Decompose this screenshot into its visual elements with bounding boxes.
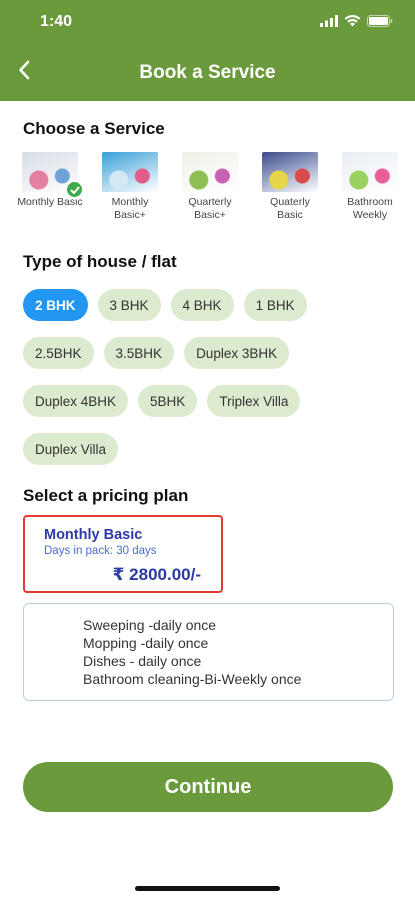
status-time: 1:40 [40, 13, 73, 30]
service-list: Monthly Basic Monthly Basic+ Quarterly Bas… [14, 152, 406, 221]
service-option[interactable]: Monthly Basic [14, 152, 86, 221]
feature-item: Mopping -daily once [83, 635, 209, 651]
house-type-chip[interactable]: 3 BHK [97, 289, 161, 321]
house-type-chip[interactable]: 2.5BHK [23, 337, 94, 369]
service-image [22, 152, 84, 199]
chip-row: Duplex 4BHK 5BHK Triplex Villa [23, 385, 395, 417]
feature-item: Sweeping -daily once [83, 617, 217, 633]
service-option[interactable]: Bathroom Weekly [334, 152, 406, 221]
service-image [262, 152, 318, 192]
house-type-chip[interactable]: 3.5BHK [103, 337, 175, 369]
service-label: Bathroom Weekly [347, 196, 393, 221]
page-title: Book a Service [139, 62, 276, 83]
pricing-plan-heading: Select a pricing plan [23, 486, 189, 505]
choose-service-heading: Choose a Service [23, 119, 165, 138]
house-type-chip[interactable]: Duplex Villa [23, 433, 119, 465]
service-image [182, 152, 238, 192]
service-label: Monthly Basic+ [111, 196, 149, 221]
service-image [102, 152, 158, 192]
service-option[interactable]: Quarterly Basic+ [174, 152, 246, 221]
status-bar: 1:40 [0, 0, 415, 44]
house-type-chip[interactable]: Triplex Villa [207, 385, 301, 417]
house-type-chip[interactable]: Duplex 3BHK [184, 337, 290, 369]
feature-item: Bathroom cleaning-Bi-Weekly once [83, 671, 302, 687]
service-label: Quarterly Basic+ [188, 196, 232, 221]
pricing-plan-card[interactable]: Monthly Basic Days in pack: 30 days ₹ 28… [23, 515, 223, 593]
house-type-chip[interactable]: 1 BHK [243, 289, 307, 321]
house-type-chips: 2 BHK 3 BHK 4 BHK 1 BHK 2.5BHK 3.5BHK Duplex 3… [23, 289, 395, 481]
wifi-icon [344, 14, 361, 32]
plan-days: Days in pack: 30 days [44, 545, 157, 557]
continue-button[interactable]: Continue [23, 762, 393, 812]
home-indicator [135, 886, 280, 891]
status-icons [320, 14, 393, 32]
service-option[interactable]: Monthly Basic+ [94, 152, 166, 221]
app-header: 1:40 Book a Service [0, 0, 415, 101]
feature-item: Dishes - daily once [83, 653, 202, 669]
chip-row: 2 BHK 3 BHK 4 BHK 1 BHK [23, 289, 395, 321]
service-label: Quaterly Basic [270, 196, 310, 221]
chip-row: Duplex Villa [23, 433, 395, 465]
battery-icon [367, 14, 393, 32]
check-icon [65, 180, 84, 199]
house-type-chip[interactable]: 2 BHK [23, 289, 88, 321]
plan-price: ₹ 2800.00/- [112, 565, 201, 584]
service-option[interactable]: Quaterly Basic [254, 152, 326, 221]
plan-name: Monthly Basic [44, 527, 143, 543]
chip-row: 2.5BHK 3.5BHK Duplex 3BHK [23, 337, 395, 369]
service-image [342, 152, 398, 192]
house-type-chip[interactable]: 4 BHK [170, 289, 234, 321]
plan-features-box: Sweeping -daily once Mopping -daily once… [23, 603, 394, 701]
house-type-chip[interactable]: 5BHK [138, 385, 198, 417]
house-type-chip[interactable]: Duplex 4BHK [23, 385, 129, 417]
signal-icon [320, 14, 338, 32]
house-type-heading: Type of house / flat [23, 252, 177, 271]
